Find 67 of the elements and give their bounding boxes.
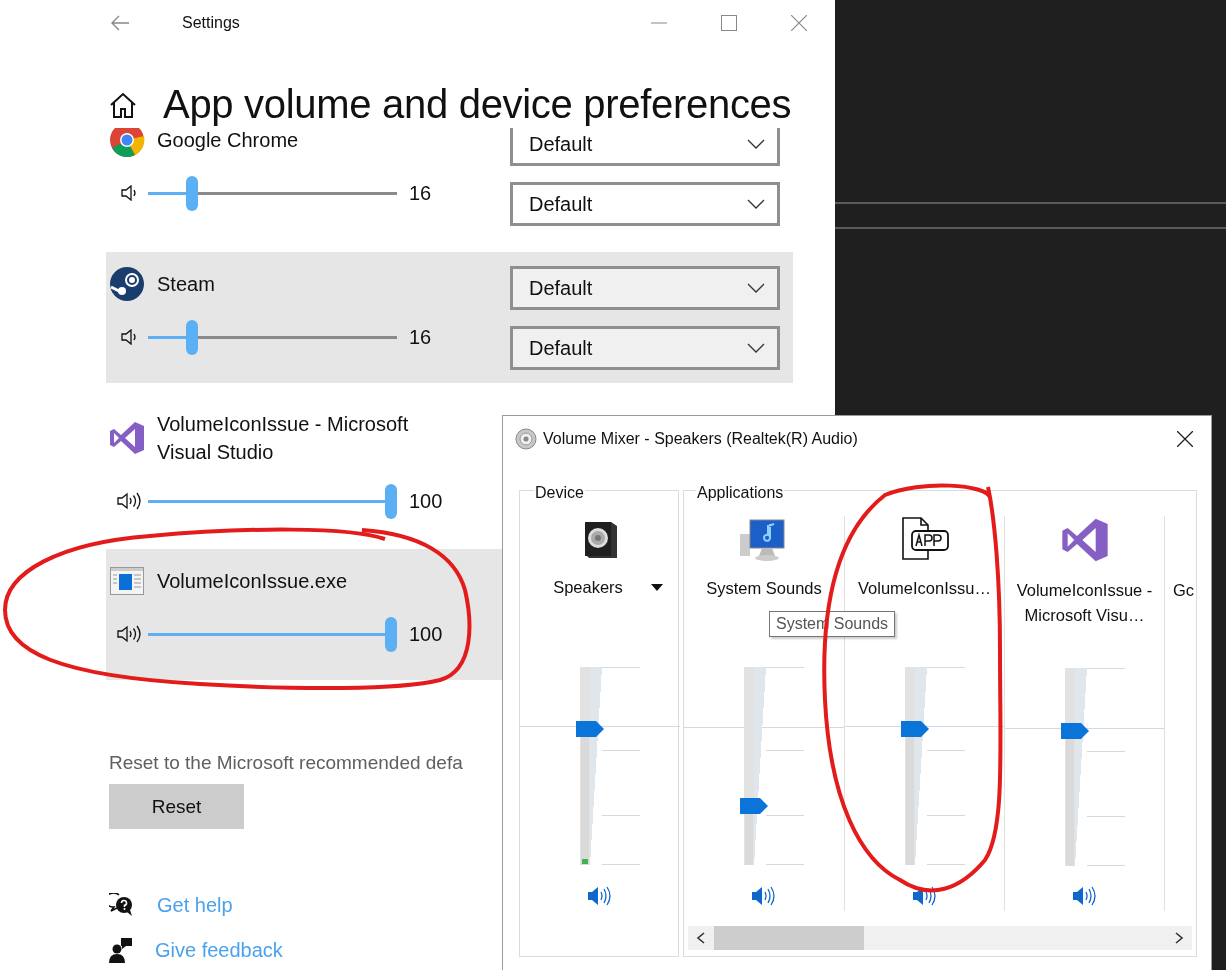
volume-slider[interactable] — [148, 483, 397, 519]
output-dropdown[interactable]: Default — [510, 128, 780, 166]
reset-button[interactable]: Reset — [109, 784, 244, 829]
slider-thumb[interactable] — [385, 483, 397, 519]
maximize-icon[interactable] — [721, 14, 737, 31]
help-chat-icon — [109, 893, 135, 917]
app-name: VolumeIconIssue - Microsoft Visual Studio — [157, 412, 410, 465]
slider-thumb[interactable] — [185, 319, 198, 355]
input-dropdown[interactable]: Default — [510, 182, 780, 226]
volume-slider[interactable] — [742, 667, 804, 866]
app-name: Steam — [157, 272, 215, 297]
person-feedback-icon — [109, 937, 133, 963]
app-name: VolumeIconIssue.exe — [157, 569, 348, 594]
volume-value: 16 — [409, 325, 432, 349]
speaker-icon[interactable] — [911, 885, 938, 907]
slider-thumb[interactable] — [740, 798, 768, 815]
home-icon[interactable] — [109, 91, 137, 118]
page-title: App volume and device preferences — [163, 82, 792, 127]
device-name: Speakers — [553, 576, 623, 598]
scroll-left-icon[interactable] — [696, 932, 706, 944]
window-title: Settings — [182, 13, 240, 32]
volume-value: 100 — [409, 489, 443, 513]
slider-thumb[interactable] — [385, 616, 397, 652]
speaker-icon[interactable] — [751, 885, 777, 907]
volume-slider[interactable] — [903, 666, 965, 865]
chevron-down-icon — [747, 283, 765, 293]
volume-slider[interactable] — [148, 175, 397, 211]
slider-thumb[interactable] — [901, 721, 929, 738]
chevron-down-icon — [747, 139, 765, 149]
chevron-down-icon — [747, 199, 765, 209]
monitor-music-icon — [740, 516, 788, 562]
horizontal-scrollbar[interactable] — [688, 926, 1192, 950]
slider-thumb[interactable] — [1061, 723, 1089, 740]
app-name: VolumeIconIssu… — [857, 577, 992, 599]
volume-slider[interactable] — [578, 666, 640, 865]
window-title: Volume Mixer - Speakers (Realtek(R) Audio) — [543, 429, 858, 448]
reset-description: Reset to the Microsoft recommended defa — [109, 752, 463, 774]
speaker-icon[interactable] — [587, 885, 613, 907]
volume-slider[interactable] — [148, 319, 397, 355]
chrome-logo-icon — [109, 128, 145, 158]
slider-thumb[interactable] — [576, 721, 604, 738]
chevron-down-icon — [747, 343, 765, 353]
speaker-icon[interactable] — [1071, 885, 1098, 907]
app-file-icon — [900, 516, 949, 561]
volume-value: 100 — [409, 622, 443, 646]
infinity-logo-icon — [109, 420, 145, 456]
slider-thumb[interactable] — [185, 175, 198, 211]
app-name: Google Chrome — [157, 128, 299, 153]
output-dropdown[interactable]: Default — [510, 266, 780, 310]
back-arrow-icon[interactable] — [110, 14, 130, 31]
app-name: VolumeIconIssue - Microsoft Visu… — [1015, 580, 1154, 626]
volume-slider[interactable] — [148, 616, 397, 652]
input-dropdown[interactable]: Default — [510, 326, 780, 370]
close-icon[interactable] — [1177, 430, 1193, 447]
scrollbar-thumb[interactable] — [714, 926, 864, 950]
app-name: System Sounds — [705, 578, 823, 599]
app-name: Gc — [1172, 580, 1195, 601]
scroll-right-icon[interactable] — [1174, 932, 1184, 944]
dropdown-caret-icon[interactable] — [650, 583, 663, 591]
volume-value: 16 — [409, 181, 432, 205]
window-app-icon — [109, 567, 145, 595]
speaker-cone-icon — [515, 427, 537, 450]
steam-logo-icon — [109, 266, 145, 302]
volume-slider[interactable] — [1063, 668, 1125, 867]
group-label: Applications — [696, 484, 785, 502]
peak-meter — [582, 858, 588, 864]
infinity-logo-icon — [1060, 516, 1109, 564]
